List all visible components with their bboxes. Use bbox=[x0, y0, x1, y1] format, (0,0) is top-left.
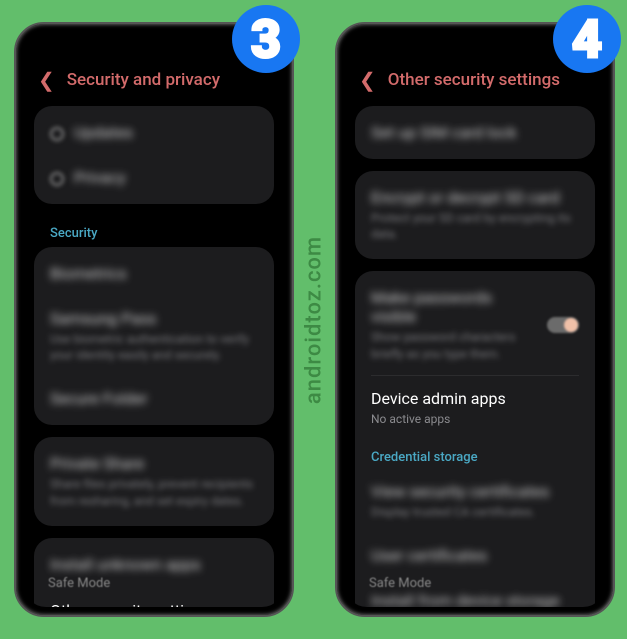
step-badge-4: 4 bbox=[553, 5, 621, 73]
row-sublabel: No active apps bbox=[371, 411, 579, 427]
row-label: Install unknown apps bbox=[50, 555, 258, 574]
back-icon[interactable]: ❮ bbox=[359, 68, 376, 92]
row-label: Device admin apps bbox=[371, 389, 579, 408]
row-label: User certificates bbox=[371, 546, 579, 565]
row-secure-folder[interactable]: Secure Folder bbox=[34, 376, 274, 421]
row-label: Encrypt or decrypt SD card bbox=[371, 188, 579, 207]
watermark-text: androidtoz.com bbox=[301, 235, 326, 403]
toggle-switch[interactable] bbox=[547, 317, 579, 333]
row-sublabel: Show password characters briefly as you … bbox=[371, 329, 579, 361]
safe-mode-label: Safe Mode bbox=[369, 576, 431, 591]
card-passwords-admin: Make passwords visible Show password cha… bbox=[355, 271, 595, 607]
row-label: Other security settings bbox=[50, 601, 258, 607]
row-label: Private Share bbox=[50, 454, 258, 473]
section-header-security: Security bbox=[24, 216, 284, 247]
row-label: Samsung Pass bbox=[50, 309, 258, 328]
step-badge-3: 3 bbox=[232, 5, 300, 73]
header-bar: ❮ Other security settings bbox=[345, 60, 605, 106]
row-sublabel: Share files privately, prevent recipient… bbox=[50, 476, 258, 508]
phone-screen-right: ❮ Other security settings Set up SIM car… bbox=[345, 32, 605, 607]
row-samsung-pass[interactable]: Samsung Pass Use biometric authenticatio… bbox=[34, 296, 274, 376]
row-label: View security certificates bbox=[371, 482, 579, 501]
row-device-admin-apps[interactable]: Device admin apps No active apps bbox=[355, 376, 595, 440]
row-label: Privacy bbox=[74, 168, 126, 187]
section-header-credential: Credential storage bbox=[355, 440, 595, 469]
row-encrypt-sd[interactable]: Encrypt or decrypt SD card Protect your … bbox=[355, 175, 595, 255]
row-view-certs[interactable]: View security certificates Display trust… bbox=[355, 469, 595, 533]
card-top: Updates Privacy bbox=[34, 106, 274, 204]
phone-frame-right: ❮ Other security settings Set up SIM car… bbox=[335, 22, 615, 617]
back-icon[interactable]: ❮ bbox=[38, 68, 55, 92]
row-label: Install from device storage bbox=[371, 591, 579, 607]
row-privacy[interactable]: Privacy bbox=[34, 155, 274, 200]
card-security-1: Biometrics Samsung Pass Use biometric au… bbox=[34, 247, 274, 425]
row-label: Updates bbox=[74, 123, 133, 142]
phone-frame-left: ❮ Security and privacy Updates Privacy S… bbox=[14, 22, 294, 617]
row-user-certs[interactable]: User certificates bbox=[355, 533, 595, 578]
card-sim: Set up SIM card lock bbox=[355, 106, 595, 159]
row-updates[interactable]: Updates bbox=[34, 110, 274, 155]
row-sublabel: Protect your SD card by encrypting its d… bbox=[371, 210, 579, 242]
bullet-icon bbox=[50, 172, 64, 186]
phone-screen-left: ❮ Security and privacy Updates Privacy S… bbox=[24, 32, 284, 607]
row-sim-lock[interactable]: Set up SIM card lock bbox=[355, 110, 595, 155]
row-passwords-visible[interactable]: Make passwords visible Show password cha… bbox=[355, 275, 595, 374]
row-label: Set up SIM card lock bbox=[371, 123, 579, 142]
row-biometrics[interactable]: Biometrics bbox=[34, 251, 274, 296]
card-security-3: Install unknown apps Other security sett… bbox=[34, 538, 274, 607]
card-security-2: Private Share Share files privately, pre… bbox=[34, 437, 274, 525]
row-private-share[interactable]: Private Share Share files privately, pre… bbox=[34, 441, 274, 521]
row-sublabel: Display trusted CA certificates. bbox=[371, 504, 579, 520]
safe-mode-label: Safe Mode bbox=[48, 576, 110, 591]
header-bar: ❮ Security and privacy bbox=[24, 60, 284, 106]
row-sublabel: Use biometric authentication to verify y… bbox=[50, 331, 258, 363]
card-encrypt: Encrypt or decrypt SD card Protect your … bbox=[355, 171, 595, 259]
row-label: Secure Folder bbox=[50, 389, 258, 408]
bullet-icon bbox=[50, 127, 64, 141]
page-title: Security and privacy bbox=[67, 70, 220, 90]
page-title: Other security settings bbox=[388, 70, 560, 90]
row-label: Biometrics bbox=[50, 264, 258, 283]
